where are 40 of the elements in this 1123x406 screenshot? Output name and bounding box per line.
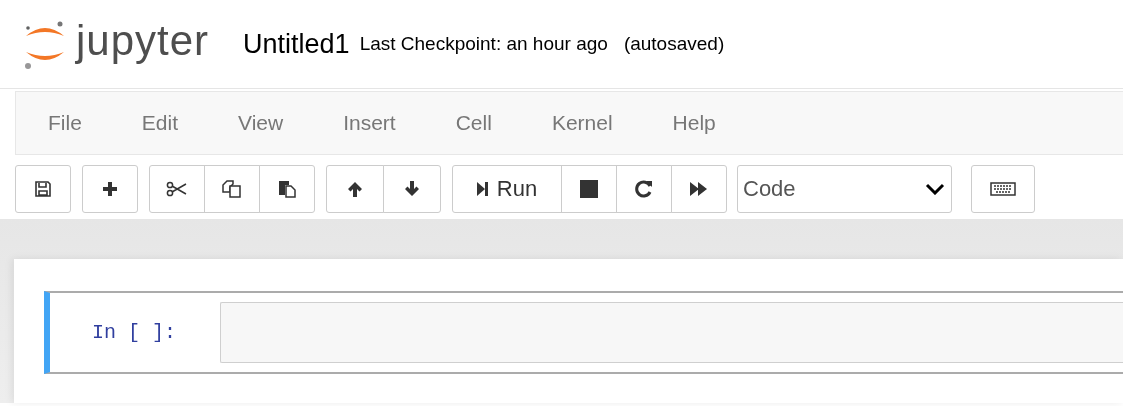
input-prompt: In [ ]: bbox=[91, 321, 177, 344]
add-button[interactable] bbox=[82, 165, 138, 213]
menu-item[interactable]: Help bbox=[656, 105, 732, 141]
clipboard-icon bbox=[278, 180, 296, 198]
step-forward-icon bbox=[476, 181, 489, 197]
chevron-down-icon bbox=[925, 183, 945, 195]
menu-item[interactable]: Cell bbox=[439, 105, 508, 141]
cut-button[interactable] bbox=[149, 165, 205, 213]
up-button[interactable] bbox=[326, 165, 384, 213]
code-cell[interactable]: In [ ]: bbox=[44, 291, 1123, 374]
menu-item[interactable]: Edit bbox=[125, 105, 195, 141]
copy-button[interactable] bbox=[204, 165, 260, 213]
cell-type-dropdown[interactable]: Code bbox=[737, 165, 952, 213]
restart-button[interactable] bbox=[616, 165, 672, 213]
refresh-icon bbox=[635, 180, 653, 198]
fast-forward-icon bbox=[690, 181, 708, 197]
fastforward-button[interactable] bbox=[671, 165, 727, 213]
save-button[interactable] bbox=[15, 165, 71, 213]
paste-button[interactable] bbox=[259, 165, 315, 213]
copy-icon bbox=[222, 180, 242, 198]
notebook-title[interactable]: Untitled1 bbox=[243, 28, 350, 60]
autosave-status: (autosaved) bbox=[623, 33, 725, 55]
menu-item[interactable]: Kernel bbox=[535, 105, 629, 141]
plus-icon bbox=[102, 181, 118, 197]
menu-item[interactable]: File bbox=[32, 105, 98, 141]
menu-item[interactable]: View bbox=[222, 105, 300, 141]
arrow-down-icon bbox=[404, 181, 420, 197]
scissors-icon bbox=[166, 181, 188, 197]
menu-item[interactable]: Insert bbox=[327, 105, 412, 141]
save-icon bbox=[35, 181, 51, 197]
run-button[interactable]: Run bbox=[452, 165, 562, 213]
down-button[interactable] bbox=[383, 165, 441, 213]
code-input-field[interactable] bbox=[220, 302, 1123, 363]
keyboard-button[interactable] bbox=[971, 165, 1035, 213]
stop-icon bbox=[580, 180, 598, 198]
arrow-up-icon bbox=[347, 181, 363, 197]
logo-text[interactable]: jupyter bbox=[76, 20, 210, 68]
checkpoint-text: Last Checkpoint: an hour ago bbox=[359, 33, 608, 55]
stop-button[interactable] bbox=[561, 165, 617, 213]
keyboard-icon bbox=[990, 182, 1016, 196]
